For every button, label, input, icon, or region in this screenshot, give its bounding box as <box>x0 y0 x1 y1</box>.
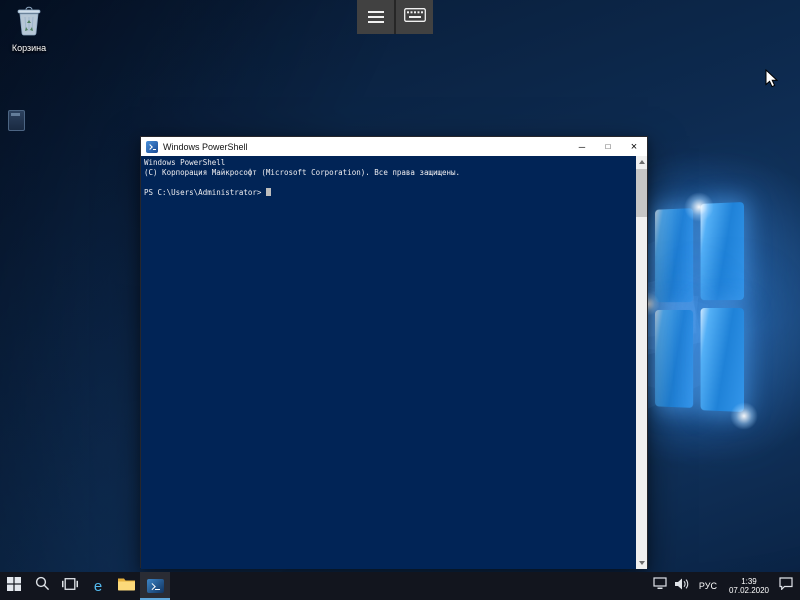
scroll-thumb[interactable] <box>636 169 647 217</box>
close-button[interactable]: × <box>621 137 647 156</box>
clock-date: 07.02.2020 <box>729 586 769 596</box>
file-explorer-button[interactable] <box>112 572 140 600</box>
desktop: Корзина Win <box>0 0 800 600</box>
powershell-icon <box>146 141 158 153</box>
recycle-bin-desktop-icon[interactable]: Корзина <box>0 6 58 53</box>
task-view-button[interactable] <box>56 572 84 600</box>
maximize-button[interactable]: □ <box>595 137 621 156</box>
console-area[interactable]: Windows PowerShell (C) Корпорация Майкро… <box>141 156 647 569</box>
network-icon <box>653 577 667 595</box>
language-indicator[interactable]: РУС <box>693 572 723 600</box>
internet-explorer-button[interactable]: e <box>84 572 112 600</box>
volume-icon <box>675 577 689 595</box>
action-center-icon <box>779 577 793 595</box>
start-button[interactable] <box>0 572 28 600</box>
console-blank-line <box>144 178 644 188</box>
search-button[interactable] <box>28 572 56 600</box>
clock-time: 1:39 <box>741 577 757 587</box>
scroll-up-icon[interactable] <box>636 156 647 168</box>
scroll-down-icon[interactable] <box>636 557 647 569</box>
powershell-taskbar-button[interactable] <box>140 572 170 600</box>
recycle-bin-icon <box>15 6 43 41</box>
hamburger-menu-icon <box>368 11 384 23</box>
text-cursor <box>266 188 271 196</box>
console-prompt: PS C:\Users\Administrator> <box>144 188 266 197</box>
powershell-icon <box>147 579 164 593</box>
console-output: Windows PowerShell (C) Корпорация Майкро… <box>141 156 647 200</box>
window-titlebar[interactable]: Windows PowerShell ─ □ × <box>141 137 647 156</box>
remote-console-toolbar <box>357 0 433 34</box>
taskbar: e <box>0 572 800 600</box>
network-tray-button[interactable] <box>649 572 671 600</box>
app-shortcut-icon[interactable] <box>8 110 25 131</box>
windows-start-icon <box>7 577 21 596</box>
console-line: (C) Корпорация Майкрософт (Microsoft Cor… <box>144 168 644 178</box>
console-prompt-line: PS C:\Users\Administrator> <box>144 188 644 198</box>
file-explorer-icon <box>118 577 135 596</box>
internet-explorer-icon: e <box>94 579 102 594</box>
mouse-cursor <box>765 69 778 93</box>
menu-button[interactable] <box>357 0 394 34</box>
minimize-button[interactable]: ─ <box>569 137 595 156</box>
window-title: Windows PowerShell <box>163 142 248 152</box>
powershell-window: Windows PowerShell ─ □ × Windows PowerSh… <box>140 136 648 568</box>
window-controls: ─ □ × <box>569 137 647 156</box>
recycle-bin-label: Корзина <box>12 43 46 53</box>
action-center-button[interactable] <box>775 572 797 600</box>
keyboard-button[interactable] <box>396 0 433 34</box>
console-line: Windows PowerShell <box>144 158 644 168</box>
clock[interactable]: 1:39 07.02.2020 <box>723 577 775 596</box>
task-view-icon <box>62 577 78 596</box>
search-icon <box>35 576 50 596</box>
volume-tray-button[interactable] <box>671 572 693 600</box>
keyboard-icon <box>404 8 426 27</box>
system-tray: РУС 1:39 07.02.2020 <box>649 572 800 600</box>
console-scrollbar[interactable] <box>636 156 647 569</box>
